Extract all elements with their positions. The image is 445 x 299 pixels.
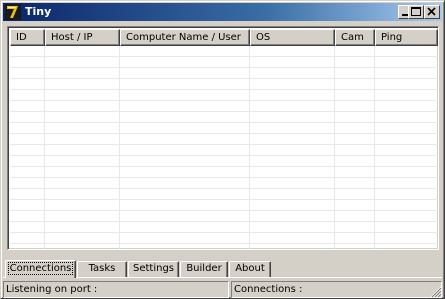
column-ping-label: Ping <box>381 32 403 43</box>
column-host[interactable]: Host / IP <box>45 29 120 46</box>
column-ping[interactable]: Ping <box>375 29 438 46</box>
status-listening-text: Listening on port : <box>6 284 98 295</box>
grid-row-line <box>10 145 438 156</box>
tab-about[interactable]: About <box>229 261 271 277</box>
status-listening: Listening on port : <box>3 281 229 298</box>
tab-connections-label: Connections <box>7 262 74 275</box>
grid-row-line <box>10 178 438 189</box>
tab-settings-label: Settings <box>132 263 174 274</box>
window-title: Tiny <box>25 5 52 18</box>
grid-row-line <box>10 79 438 90</box>
grid-row-line <box>10 46 438 57</box>
tab-builder[interactable]: Builder <box>180 261 228 277</box>
grid-row-line <box>10 211 438 222</box>
tab-settings[interactable]: Settings <box>128 261 179 277</box>
tab-builder-label: Builder <box>186 263 222 274</box>
status-bar: Listening on port : Connections : <box>3 281 442 298</box>
list-header: ID Host / IP Computer Name / User OS Cam… <box>10 29 438 46</box>
maximize-icon <box>411 7 421 16</box>
tab-connections[interactable]: Connections <box>5 260 76 278</box>
resize-grip-icon[interactable] <box>430 286 442 298</box>
status-connections-text: Connections : <box>234 284 303 295</box>
connections-list[interactable]: ID Host / IP Computer Name / User OS Cam… <box>7 26 439 250</box>
grid-row-line <box>10 101 438 112</box>
column-id-label: ID <box>16 32 27 43</box>
column-computer[interactable]: Computer Name / User <box>120 29 250 46</box>
grid-row-line <box>10 200 438 211</box>
grid-row-line <box>10 156 438 167</box>
column-cam-label: Cam <box>341 32 364 43</box>
grid-row-line <box>10 57 438 68</box>
app-window: Tiny ID Host / IP Computer Name / User O… <box>0 0 445 299</box>
close-button[interactable] <box>424 5 440 19</box>
grid-row-line <box>10 189 438 200</box>
grid-row-line <box>10 90 438 101</box>
grid-row-line <box>10 233 438 244</box>
tiny-app-icon <box>5 4 21 20</box>
grid-row-line <box>10 134 438 145</box>
column-id[interactable]: ID <box>10 29 45 46</box>
grid-row-line <box>10 222 438 233</box>
column-host-label: Host / IP <box>51 32 93 43</box>
column-cam[interactable]: Cam <box>335 29 375 46</box>
tab-tasks[interactable]: Tasks <box>77 261 127 277</box>
tab-about-label: About <box>235 263 265 274</box>
grid-row-line <box>10 123 438 134</box>
title-bar[interactable]: Tiny <box>3 3 442 21</box>
column-os-label: OS <box>256 32 271 43</box>
column-os[interactable]: OS <box>250 29 335 46</box>
grid-row-line <box>10 167 438 178</box>
list-grid <box>10 46 438 249</box>
column-computer-label: Computer Name / User <box>126 32 241 43</box>
grid-row-line <box>10 68 438 79</box>
status-connections: Connections : <box>231 281 442 298</box>
maximize-button[interactable] <box>408 5 424 19</box>
grid-row-line <box>10 112 438 123</box>
tab-tasks-label: Tasks <box>88 263 116 274</box>
close-icon <box>427 7 436 16</box>
